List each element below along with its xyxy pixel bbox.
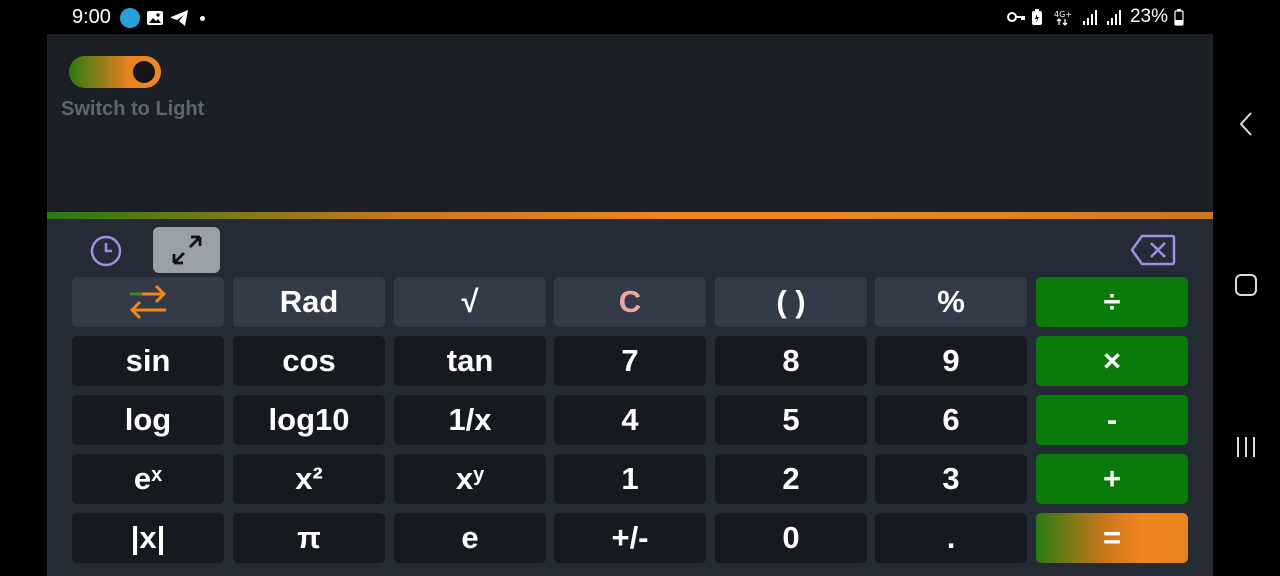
- theme-toggle[interactable]: [69, 56, 161, 88]
- expand-icon: [172, 235, 201, 265]
- abs-button[interactable]: |x|: [72, 513, 224, 563]
- status-bar: 9:00 4G+ 23%: [0, 0, 1280, 34]
- minus-button[interactable]: -: [1036, 395, 1188, 445]
- euler-button[interactable]: e: [394, 513, 546, 563]
- reciprocal-button[interactable]: 1/x: [394, 395, 546, 445]
- swap-button[interactable]: [72, 277, 224, 327]
- log-button[interactable]: log: [72, 395, 224, 445]
- divide-button[interactable]: ÷: [1036, 277, 1188, 327]
- system-status-icons: 4G+ 23%: [1006, 6, 1184, 28]
- toggle-knob: [133, 61, 155, 83]
- tan-button[interactable]: tan: [394, 336, 546, 386]
- status-time: 9:00: [72, 6, 111, 28]
- log10-button[interactable]: log10: [233, 395, 385, 445]
- recents-icon: [1237, 437, 1255, 457]
- nav-home-button[interactable]: [1231, 270, 1261, 300]
- battery-saver-icon: [1030, 8, 1048, 26]
- power-button[interactable]: xy: [394, 454, 546, 504]
- svg-text:4G+: 4G+: [1054, 10, 1072, 19]
- rad-deg-button[interactable]: Rad: [233, 277, 385, 327]
- exp-button[interactable]: ex: [72, 454, 224, 504]
- clear-button[interactable]: C: [554, 277, 706, 327]
- signal-icon: [1106, 8, 1124, 26]
- nav-recents-button[interactable]: [1231, 432, 1261, 462]
- nav-back-button[interactable]: [1231, 109, 1261, 139]
- backspace-button[interactable]: [1129, 232, 1177, 268]
- digit-4-button[interactable]: 4: [554, 395, 706, 445]
- digit-3-button[interactable]: 3: [875, 454, 1027, 504]
- negate-button[interactable]: +/-: [554, 513, 706, 563]
- back-chevron-icon: [1239, 112, 1252, 136]
- digit-5-button[interactable]: 5: [715, 395, 867, 445]
- power-superscript: y: [473, 463, 485, 486]
- equals-button[interactable]: =: [1036, 513, 1188, 563]
- navigation-bar: [1213, 34, 1280, 576]
- digit-8-button[interactable]: 8: [715, 336, 867, 386]
- cos-button[interactable]: cos: [233, 336, 385, 386]
- swap-arrows-icon: [129, 284, 167, 320]
- digit-1-button[interactable]: 1: [554, 454, 706, 504]
- backspace-icon: [1130, 234, 1176, 266]
- parentheses-button[interactable]: ( ): [715, 277, 867, 327]
- history-icon: [90, 235, 122, 267]
- square-button[interactable]: x²: [233, 454, 385, 504]
- sin-button[interactable]: sin: [72, 336, 224, 386]
- digit-6-button[interactable]: 6: [875, 395, 1027, 445]
- battery-icon: [1174, 8, 1184, 26]
- battery-percent: 23%: [1129, 6, 1168, 27]
- telegram-icon: [170, 9, 188, 27]
- gallery-icon: [146, 9, 164, 27]
- home-square-icon: [1235, 274, 1257, 296]
- expand-button[interactable]: [153, 227, 220, 273]
- vpn-key-icon: [120, 8, 140, 28]
- digit-0-button[interactable]: 0: [715, 513, 867, 563]
- history-button[interactable]: [87, 232, 125, 270]
- keypad-area: Rad √ C ( ) % ÷ sin cos tan 7 8 9 × log …: [47, 219, 1213, 576]
- digit-9-button[interactable]: 9: [875, 336, 1027, 386]
- plus-button[interactable]: +: [1036, 454, 1188, 504]
- display-area: Switch to Light: [47, 34, 1213, 212]
- percent-button[interactable]: %: [875, 277, 1027, 327]
- exp-superscript: x: [151, 463, 163, 486]
- exp-base-label: e: [133, 461, 152, 496]
- notification-icons: [120, 8, 205, 28]
- power-base-label: x: [455, 461, 474, 496]
- key-icon: [1006, 8, 1025, 26]
- network-4g-icon: 4G+: [1054, 8, 1076, 26]
- accent-divider: [47, 212, 1213, 219]
- digit-7-button[interactable]: 7: [554, 336, 706, 386]
- digit-2-button[interactable]: 2: [715, 454, 867, 504]
- theme-label: Switch to Light: [61, 98, 205, 120]
- calculator-app: Switch to Light Rad √ C ( ) % ÷ sin cos …: [47, 34, 1213, 576]
- signal-icon: [1082, 8, 1100, 26]
- multiply-button[interactable]: ×: [1036, 336, 1188, 386]
- dot-icon: [200, 15, 205, 21]
- decimal-button[interactable]: .: [875, 513, 1027, 563]
- sqrt-button[interactable]: √: [394, 277, 546, 327]
- pi-button[interactable]: π: [233, 513, 385, 563]
